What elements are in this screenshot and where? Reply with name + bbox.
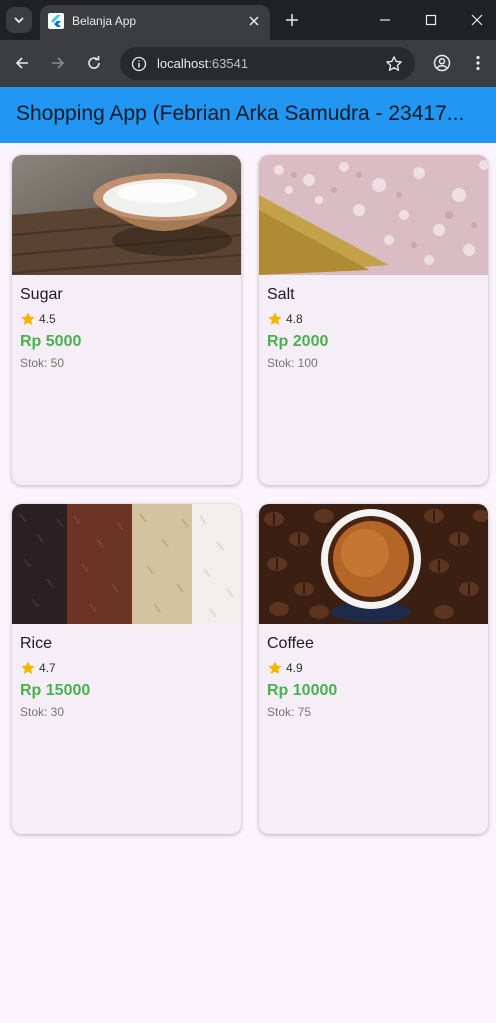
star-icon [268, 661, 282, 674]
product-price: Rp 15000 [20, 682, 91, 699]
star-icon [21, 312, 35, 325]
info-icon [131, 56, 147, 72]
rating-value: 4.5 [39, 312, 56, 326]
back-button[interactable] [8, 49, 36, 77]
product-name: Salt [267, 286, 295, 303]
more-menu-button[interactable] [464, 49, 492, 77]
profile-button[interactable] [428, 49, 456, 77]
tab-close-button[interactable] [244, 11, 264, 31]
tab-search-button[interactable] [6, 7, 32, 33]
product-card-sugar[interactable]: Sugar 4.5 Rp 5000 Stok: 50 [12, 155, 241, 485]
url-port: :63541 [208, 56, 249, 71]
app-bar: Shopping App (Febrian Arka Samudra - 234… [0, 87, 496, 143]
rating-value: 4.9 [286, 661, 303, 675]
rating-value: 4.7 [39, 661, 56, 675]
url-text: localhost:63541 [157, 56, 248, 71]
bookmark-button[interactable] [383, 53, 405, 75]
product-name: Rice [20, 635, 53, 652]
product-card-coffee[interactable]: Coffee 4.9 Rp 10000 Stok: 75 [259, 504, 488, 834]
close-icon [471, 14, 483, 26]
product-price: Rp 10000 [267, 682, 338, 699]
browser-tab[interactable]: Belanja App [40, 5, 270, 40]
window-close-button[interactable] [462, 6, 492, 34]
product-rating: 4.7 [20, 660, 56, 676]
product-price: Rp 5000 [20, 333, 82, 350]
product-name: Coffee [267, 635, 314, 652]
product-rating: 4.5 [20, 311, 56, 327]
product-image-rice [12, 504, 241, 624]
product-rating: 4.8 [267, 311, 303, 327]
minimize-button[interactable] [370, 6, 400, 34]
product-name: Sugar [20, 286, 63, 303]
close-icon [249, 16, 259, 26]
new-tab-button[interactable] [280, 8, 304, 32]
product-stock: Stok: 100 [267, 356, 318, 370]
rating-value: 4.8 [286, 312, 303, 326]
reload-button[interactable] [80, 49, 108, 77]
bookmark-star-icon [386, 56, 402, 71]
product-rating: 4.9 [267, 660, 303, 676]
more-icon [476, 55, 480, 71]
site-info-button[interactable] [128, 53, 150, 75]
tab-title: Belanja App [72, 14, 137, 28]
url-host: localhost [157, 56, 209, 71]
product-image-salt [259, 155, 488, 275]
product-card-rice[interactable]: Rice 4.7 Rp 15000 Stok: 30 [12, 504, 241, 834]
product-image-sugar [12, 155, 241, 275]
product-card-salt[interactable]: Salt 4.8 Rp 2000 Stok: 100 [259, 155, 488, 485]
address-bar[interactable]: localhost:63541 [120, 47, 415, 80]
reload-icon [88, 56, 100, 69]
minimize-icon [380, 19, 390, 21]
star-icon [21, 661, 35, 674]
app-title: Shopping App (Febrian Arka Samudra - 234… [16, 102, 465, 125]
product-stock: Stok: 30 [20, 705, 65, 719]
product-stock: Stok: 75 [267, 705, 312, 719]
product-stock: Stok: 50 [20, 356, 65, 370]
flutter-logo-icon [48, 13, 64, 29]
product-image-coffee [259, 504, 488, 624]
profile-icon [433, 54, 451, 72]
star-icon [268, 312, 282, 325]
plus-icon [286, 14, 298, 26]
maximize-icon [425, 14, 437, 26]
browser-toolbar: localhost:63541 [0, 40, 496, 87]
forward-button[interactable] [44, 49, 72, 77]
forward-icon [52, 57, 65, 69]
maximize-button[interactable] [416, 6, 446, 34]
browser-tab-bar: Belanja App [0, 0, 496, 40]
back-icon [15, 57, 28, 69]
product-price: Rp 2000 [267, 333, 329, 350]
tab-search-icon [14, 17, 24, 24]
